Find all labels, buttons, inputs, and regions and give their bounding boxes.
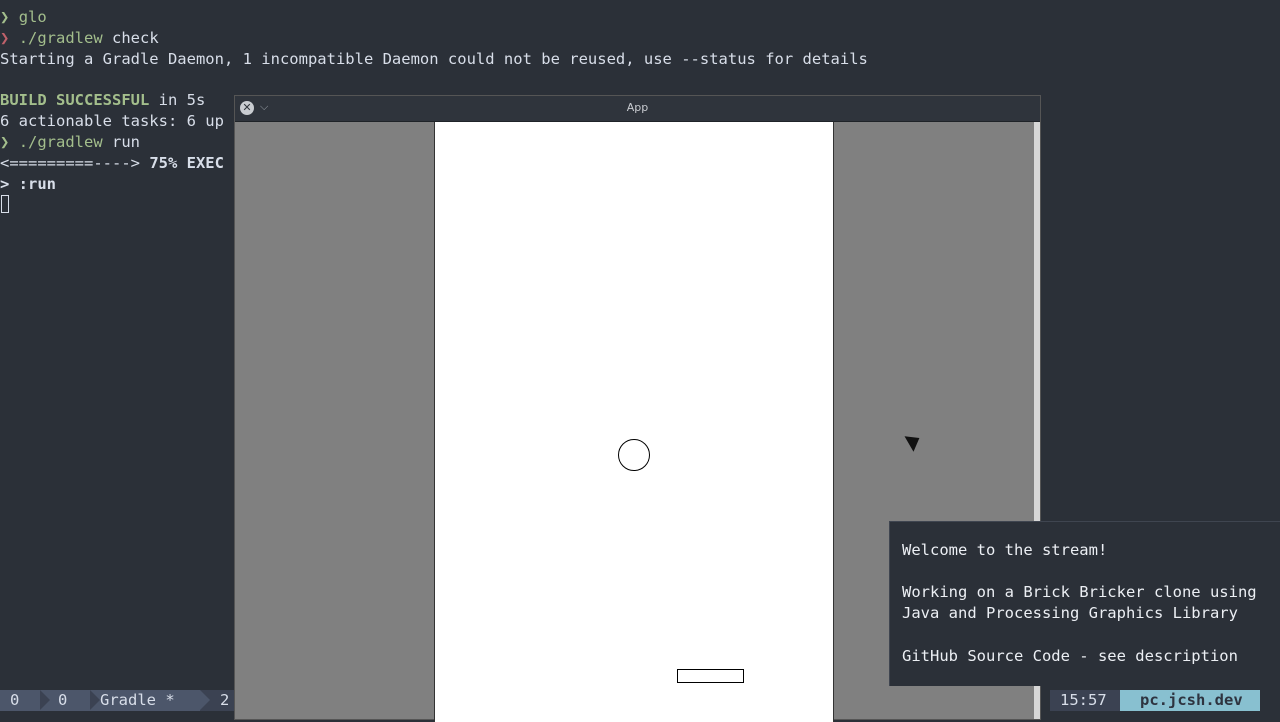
overlay-line-1: Working on a Brick Bricker clone using: [902, 583, 1257, 601]
prompt-icon: ❯: [0, 8, 10, 26]
command-text: glo: [18, 8, 47, 26]
terminal-cursor: [1, 195, 9, 213]
terminal-line-9: > :run: [0, 175, 56, 193]
session-index[interactable]: 0: [0, 690, 40, 711]
terminal-line-3: Starting a Gradle Daemon, 1 incompatible…: [0, 50, 868, 68]
overlay-line-2: Java and Processing Graphics Library: [902, 604, 1238, 622]
terminal-line-7: ❯ ./gradlew run: [0, 132, 140, 153]
command-path: ./gradlew: [18, 133, 103, 151]
command-path: ./gradlew: [18, 29, 103, 47]
game-ball: [618, 439, 650, 471]
prompt-error-icon: ❯: [0, 29, 10, 47]
window-title: App: [626, 101, 649, 114]
window-name[interactable]: Gradle *: [90, 690, 200, 711]
command-arg: check: [102, 29, 159, 47]
prompt-icon: ❯: [0, 133, 10, 151]
mouse-pointer-icon: [904, 430, 924, 452]
game-paddle[interactable]: [677, 669, 744, 683]
separator-arrow-icon: [90, 690, 100, 710]
progress-bar: <=========---->: [0, 154, 140, 172]
terminal-line-2: ❯ ./gradlew check: [0, 28, 159, 49]
window-titlebar[interactable]: ✕ ⌵ App: [235, 96, 1040, 122]
progress-text: 75% EXEC: [139, 154, 224, 172]
terminal-line-5: BUILD SUCCESSFUL in 5s: [0, 90, 205, 111]
hostname: pc.jcsh.dev: [1120, 690, 1260, 711]
stream-overlay: Welcome to the stream! Working on a Bric…: [889, 521, 1280, 686]
terminal-line-6: 6 actionable tasks: 6 up: [0, 112, 224, 130]
terminal-line-1: ❯ glo: [0, 7, 47, 28]
overlay-github: GitHub Source Code - see description: [902, 647, 1238, 665]
separator-arrow-icon: [40, 690, 50, 710]
separator-arrow-icon: [200, 690, 210, 710]
clock: 15:57: [1050, 690, 1120, 711]
terminal-line-8: <=========----> 75% EXEC: [0, 153, 224, 174]
build-status: BUILD SUCCESSFUL: [0, 91, 150, 109]
game-playfield[interactable]: [434, 122, 924, 722]
command-arg: run: [102, 133, 141, 151]
overlay-welcome: Welcome to the stream!: [902, 541, 1108, 559]
build-duration: in 5s: [149, 91, 206, 109]
